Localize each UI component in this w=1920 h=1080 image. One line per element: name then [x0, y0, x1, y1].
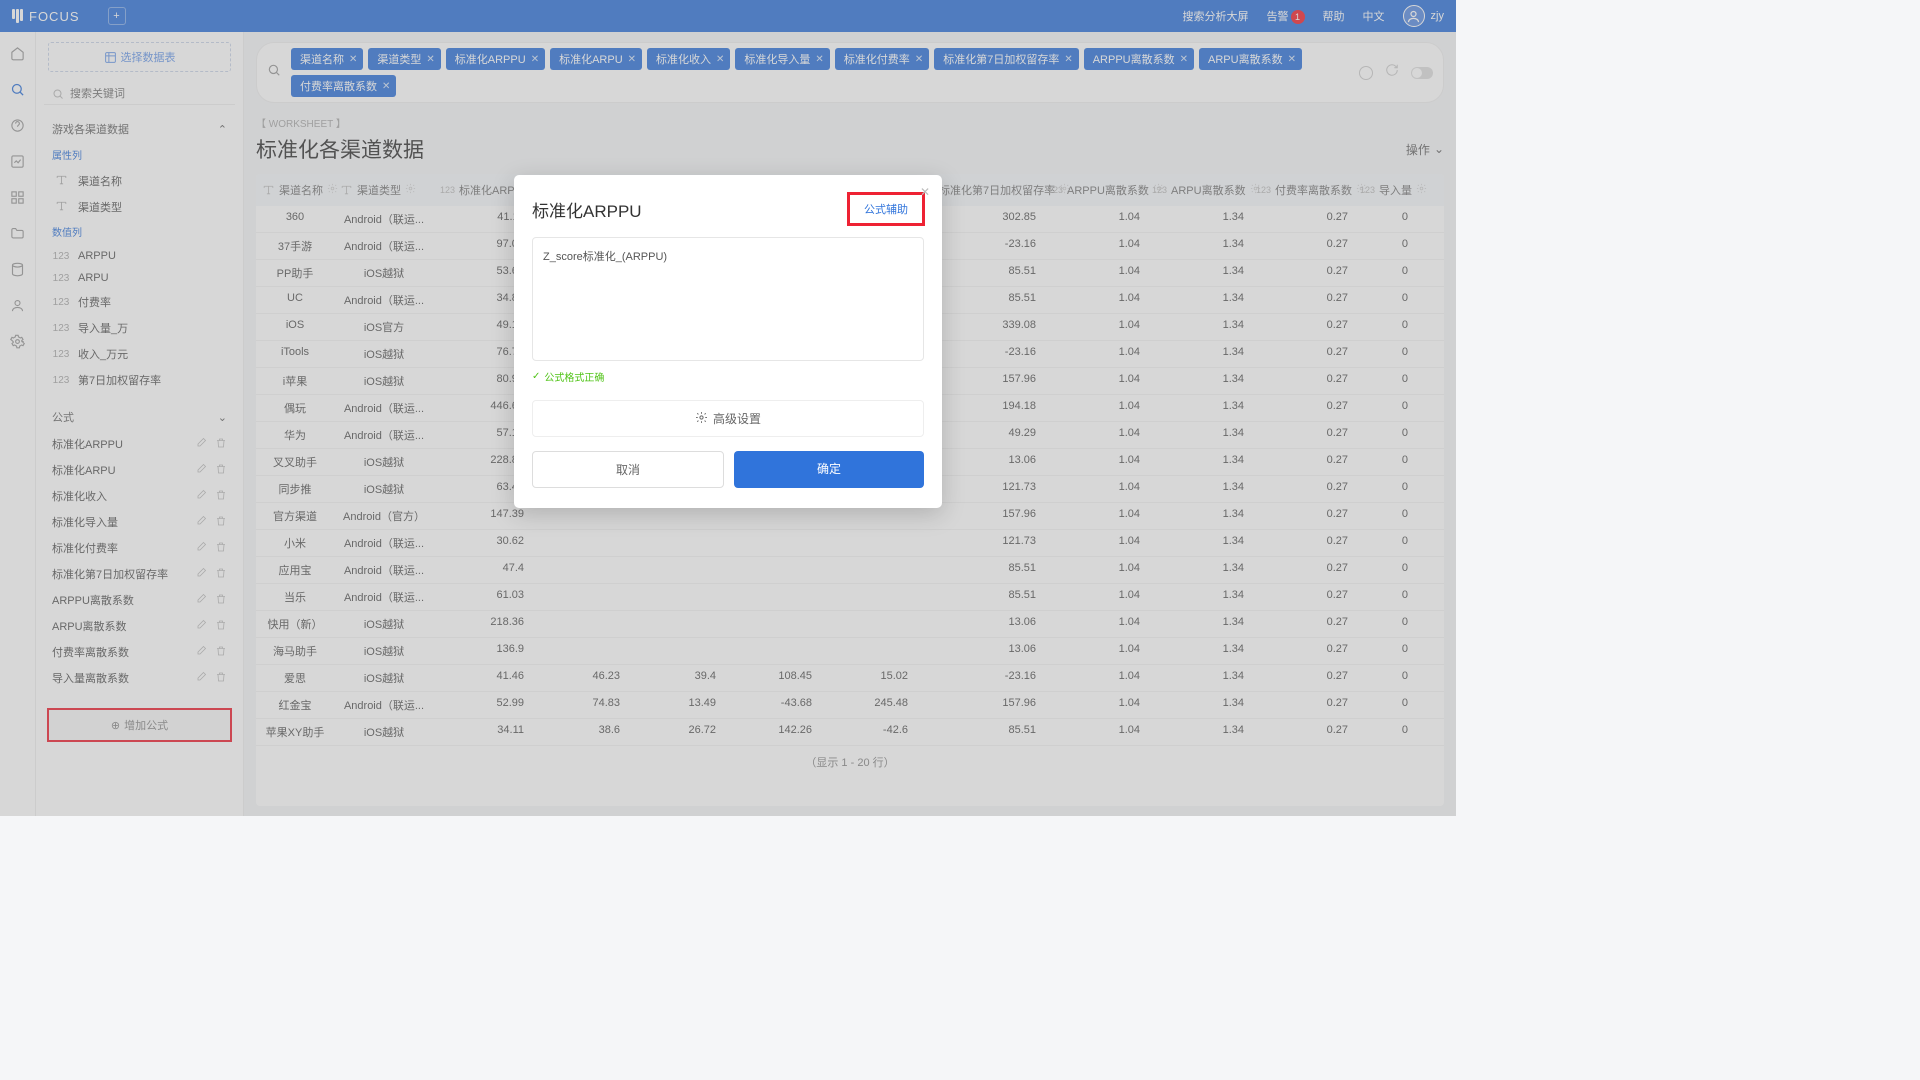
check-circle-icon: ✓ [532, 371, 540, 382]
formula-editor[interactable]: Z_score标准化_(ARPPU) [532, 237, 924, 361]
formula-valid-status: ✓公式格式正确 [532, 369, 924, 384]
gear-icon [695, 411, 708, 427]
formula-modal: ✕ 标准化ARPPU 公式辅助 Z_score标准化_(ARPPU) ✓公式格式… [514, 175, 942, 508]
modal-title: 标准化ARPPU [532, 197, 642, 222]
modal-overlay: ✕ 标准化ARPPU 公式辅助 Z_score标准化_(ARPPU) ✓公式格式… [0, 0, 1456, 816]
formula-helper-button[interactable]: 公式辅助 [848, 193, 924, 225]
confirm-button[interactable]: 确定 [734, 451, 924, 488]
cancel-button[interactable]: 取消 [532, 451, 724, 488]
close-icon[interactable]: ✕ [920, 185, 930, 199]
advanced-settings-button[interactable]: 高级设置 [532, 400, 924, 437]
